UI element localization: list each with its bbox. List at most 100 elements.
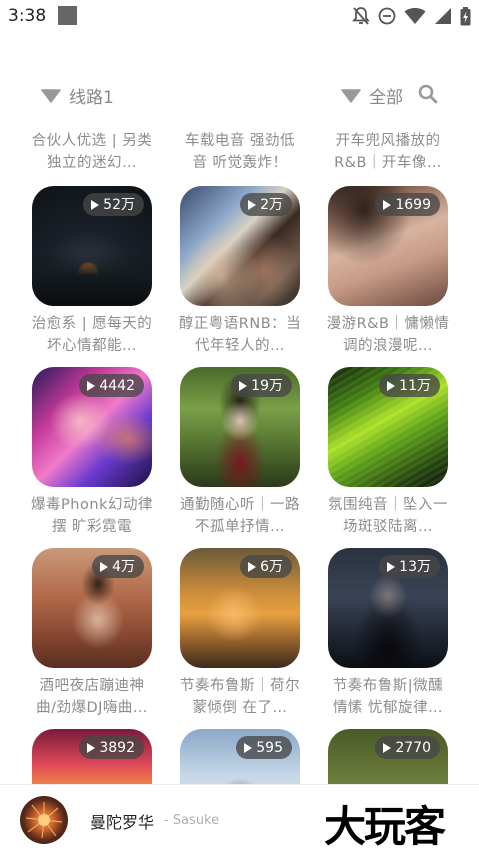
play-icon — [387, 561, 396, 572]
status-icons — [352, 6, 471, 26]
playlist-title: 醇正粤语RNB：当代年轻人的… — [178, 316, 302, 354]
do-not-disturb-icon — [378, 7, 396, 25]
playlist-card[interactable]: 11万 氛围纯音｜坠入一场斑驳陆离… — [328, 367, 448, 538]
playlist-title: 节奏布鲁斯|微醺情愫 忧郁旋律… — [332, 678, 444, 716]
playlist-card[interactable]: 13万 节奏布鲁斯|微醺情愫 忧郁旋律… — [328, 548, 448, 719]
playlist-title: 节奏布鲁斯｜荷尔蒙倾倒 在了… — [180, 678, 300, 716]
playlist-title: 爆毒Phonk幻动律摆 旷彩霓電 — [31, 497, 153, 535]
play-count: 1699 — [395, 196, 431, 213]
playlist-card[interactable]: 4万 酒吧夜店蹦迪神曲/劲爆DJ嗨曲… — [32, 548, 152, 719]
playlist-card[interactable]: 52万 治愈系 | 愿每天的坏心情都能… — [32, 186, 152, 357]
playlist-cover: 1699 — [328, 186, 448, 306]
filter-bar: 线路1 全部 — [0, 80, 479, 112]
playlist-card[interactable]: 595 — [180, 729, 300, 784]
playlist-card[interactable]: 4442 爆毒Phonk幻动律摆 旷彩霓電 — [31, 367, 153, 538]
playlist-title: 漫游R&B｜慵懒情调的浪漫呢… — [326, 316, 450, 354]
play-icon — [100, 561, 109, 572]
wifi-icon — [404, 8, 426, 24]
play-count: 13万 — [399, 558, 431, 575]
play-count: 2万 — [260, 196, 283, 213]
play-count-badge: 11万 — [379, 374, 440, 397]
play-count-badge: 13万 — [379, 555, 440, 578]
play-count-badge: 6万 — [240, 555, 292, 578]
play-count-badge: 2770 — [375, 736, 440, 759]
playlist-card[interactable]: 2770 — [328, 729, 448, 784]
now-playing-artist: - Sasuke — [164, 813, 220, 828]
play-count: 4442 — [99, 377, 135, 394]
playlist-title: 通勤随心听｜一路不孤单抒情… — [180, 497, 300, 535]
play-count: 3892 — [99, 739, 135, 756]
play-icon — [383, 742, 392, 753]
bell-off-icon — [352, 7, 370, 25]
playlist-title: 开车兜风播放的R&B｜开车像… — [334, 133, 442, 171]
play-icon — [91, 199, 100, 210]
playlist-title: 氛围纯音｜坠入一场斑驳陆离… — [328, 497, 448, 535]
playlist-cover: 6万 — [180, 548, 300, 668]
triangle-down-icon — [41, 88, 61, 103]
play-icon — [244, 742, 253, 753]
play-icon — [248, 199, 257, 210]
playlist-grid: 合伙人优选 | 另类独立的迷幻… 车载电音 强劲低音 听觉轰炸！ 开车兜风播放的… — [0, 127, 479, 784]
playlist-cover: 2万 — [180, 186, 300, 306]
play-count: 11万 — [399, 377, 431, 394]
play-count: 595 — [256, 739, 283, 756]
notification-square-icon — [58, 6, 77, 25]
playlist-title: 车载电音 强劲低音 听觉轰炸！ — [184, 133, 296, 171]
play-icon — [87, 380, 96, 391]
play-icon — [87, 742, 96, 753]
play-count: 2770 — [395, 739, 431, 756]
playlist-cover: 52万 — [32, 186, 152, 306]
now-playing-title: 曼陀罗华 — [90, 813, 155, 832]
line-selector[interactable]: 线路1 — [41, 83, 114, 108]
play-count-badge: 4442 — [79, 374, 144, 397]
play-count: 4万 — [112, 558, 135, 575]
now-playing-cover[interactable] — [20, 796, 68, 844]
play-count: 52万 — [103, 196, 135, 213]
playlist-cover: 595 — [180, 729, 300, 784]
playlist-card-partial[interactable]: 合伙人优选 | 另类独立的迷幻… — [32, 130, 152, 174]
playlist-cover: 4442 — [32, 367, 152, 487]
playlist-card[interactable]: 19万 通勤随心听｜一路不孤单抒情… — [180, 367, 300, 538]
play-icon — [383, 199, 392, 210]
playlist-card[interactable]: 3892 — [32, 729, 152, 784]
brand-watermark: 大玩客 — [324, 802, 446, 851]
play-icon — [248, 561, 257, 572]
play-count-badge: 4万 — [92, 555, 144, 578]
play-count-badge: 1699 — [375, 193, 440, 216]
playlist-card[interactable]: 2万 醇正粤语RNB：当代年轻人的… — [178, 186, 302, 357]
playlist-cover: 11万 — [328, 367, 448, 487]
playlist-card-partial[interactable]: 车载电音 强劲低音 听觉轰炸！ — [180, 130, 300, 174]
playlist-card[interactable]: 6万 节奏布鲁斯｜荷尔蒙倾倒 在了… — [180, 548, 300, 719]
playlist-cover: 3892 — [32, 729, 152, 784]
play-count-badge: 3892 — [79, 736, 144, 759]
search-icon — [418, 84, 438, 104]
search-button[interactable] — [418, 84, 438, 108]
playlist-cover: 4万 — [32, 548, 152, 668]
play-count-badge: 595 — [236, 736, 292, 759]
playlist-title: 酒吧夜店蹦迪神曲/劲爆DJ嗨曲… — [36, 678, 148, 716]
mini-player[interactable]: 曼陀罗华 - Sasuke 大玩客 — [0, 784, 479, 852]
play-count: 6万 — [260, 558, 283, 575]
playlist-cover: 19万 — [180, 367, 300, 487]
play-count-badge: 52万 — [83, 193, 144, 216]
line-selector-label: 线路1 — [69, 88, 114, 108]
playlist-title: 合伙人优选 | 另类独立的迷幻… — [31, 133, 153, 171]
playlist-title: 治愈系 | 愿每天的坏心情都能… — [31, 316, 153, 354]
category-selector[interactable]: 全部 — [341, 83, 403, 108]
status-time: 3:38 — [8, 6, 47, 26]
play-icon — [239, 380, 248, 391]
status-bar: 3:38 — [0, 0, 479, 32]
battery-charging-icon — [460, 6, 471, 25]
play-count-badge: 2万 — [240, 193, 292, 216]
play-count-badge: 19万 — [231, 374, 292, 397]
play-icon — [387, 380, 396, 391]
category-selector-label: 全部 — [369, 88, 403, 108]
playlist-cover: 2770 — [328, 729, 448, 784]
signal-icon — [435, 8, 451, 24]
playlist-card-partial[interactable]: 开车兜风播放的R&B｜开车像… — [328, 130, 448, 174]
flower-art-icon — [25, 802, 63, 839]
playlist-cover: 13万 — [328, 548, 448, 668]
play-count: 19万 — [251, 377, 283, 394]
triangle-down-icon — [341, 88, 361, 103]
playlist-card[interactable]: 1699 漫游R&B｜慵懒情调的浪漫呢… — [326, 186, 450, 357]
